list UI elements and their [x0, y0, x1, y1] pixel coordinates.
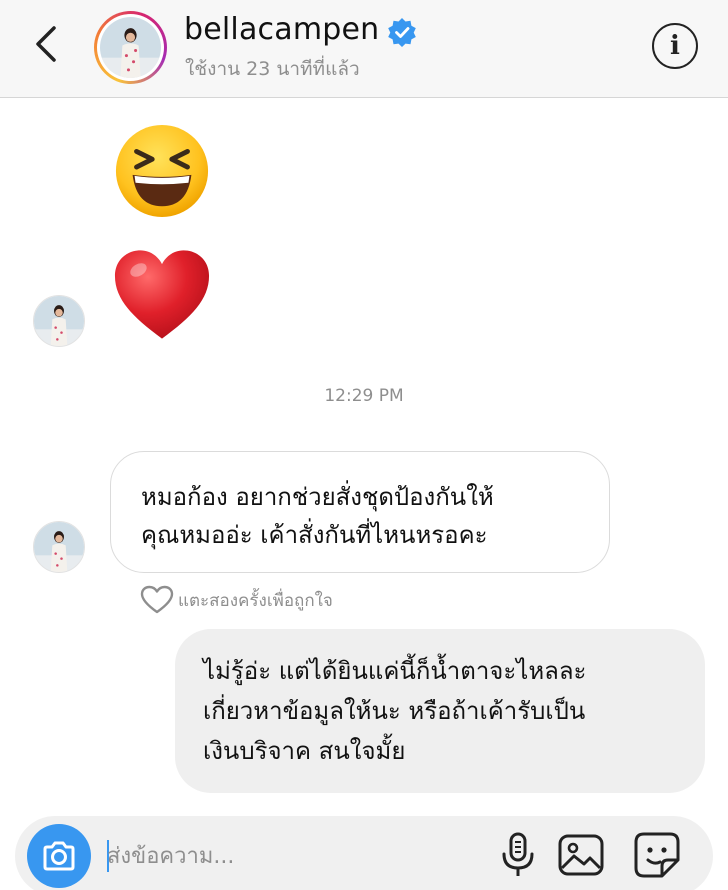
- message-input[interactable]: [107, 836, 467, 876]
- message-text-line: ไม่รู้อ่ะ แต่ได้ยินแค่นี้ก็น้ำตาจะไหลละ: [203, 657, 587, 685]
- microphone-button[interactable]: [493, 830, 543, 880]
- image-gallery-icon: [558, 834, 604, 876]
- info-icon: i: [670, 31, 680, 61]
- message-text-line: คุณหมออ่ะ เค้าสั่งกันที่ไหนหรอคะ: [141, 521, 488, 549]
- message-text-line: หมอก้อง อยากช่วยสั่งชุดป้องกันให้: [141, 483, 494, 511]
- chevron-left-icon: [36, 26, 56, 62]
- sender-avatar[interactable]: [33, 295, 85, 347]
- camera-button[interactable]: [27, 824, 91, 888]
- info-button[interactable]: i: [652, 23, 698, 69]
- outgoing-message-bubble[interactable]: ไม่รู้อ่ะ แต่ได้ยินแค่นี้ก็น้ำตาจะไหลละ …: [175, 629, 705, 793]
- incoming-message-bubble[interactable]: หมอก้อง อยากช่วยสั่งชุดป้องกันให้ คุณหมอ…: [110, 451, 610, 573]
- chat-username[interactable]: bellacampen: [184, 12, 379, 47]
- heart-outline-icon: [140, 585, 174, 614]
- like-hint-text: แตะสองครั้งเพื่อถูกใจ: [178, 590, 333, 611]
- gallery-button[interactable]: [556, 830, 606, 880]
- avatar-photo: [34, 296, 84, 346]
- verified-badge-icon: [388, 18, 416, 47]
- camera-icon: [43, 841, 75, 871]
- message-text-line: เงินบริจาค สนใจมั้ย: [203, 737, 406, 765]
- profile-avatar[interactable]: [94, 11, 167, 84]
- message-timestamp: 12:29 PM: [324, 386, 404, 406]
- avatar-photo: [100, 17, 161, 78]
- chat-header: bellacampen ใช้งาน 23 นาทีที่แล้ว i: [0, 0, 728, 98]
- activity-status: ใช้งาน 23 นาทีที่แล้ว: [185, 58, 360, 80]
- back-button[interactable]: [30, 22, 66, 66]
- avatar-photo: [34, 522, 84, 572]
- double-tap-like-hint[interactable]: แตะสองครั้งเพื่อถูกใจ: [140, 585, 333, 615]
- message-composer: [15, 816, 713, 890]
- sticker-icon: [634, 832, 680, 878]
- message-text-line: เกี่ยวหาข้อมูลให้นะ หรือถ้าเค้ารับเป็น: [203, 697, 586, 725]
- sticker-button[interactable]: [632, 830, 682, 880]
- sender-avatar[interactable]: [33, 521, 85, 573]
- laughing-emoji: [115, 124, 209, 218]
- heart-emoji: [114, 250, 210, 339]
- microphone-icon: [502, 832, 534, 876]
